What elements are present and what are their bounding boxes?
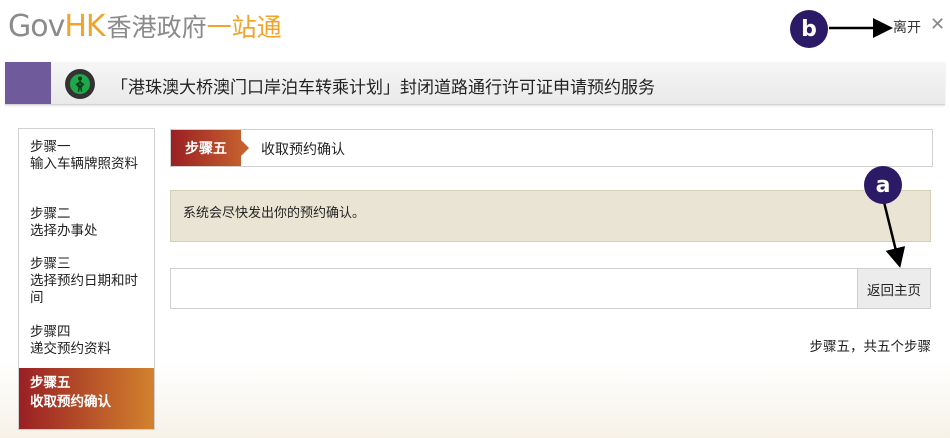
step-title: 步骤四 [30, 324, 71, 340]
step-desc: 输入车辆牌照资料 [30, 156, 138, 172]
logo-gov-text: Gov [8, 9, 65, 44]
steps-sidebar: 步骤一 输入车辆牌照资料 步骤二 选择办事处 步骤三 选择预约日期和时间 步骤四… [18, 128, 155, 430]
step-badge-arrow [241, 140, 249, 156]
confirmation-notice: 系统会尽快发出你的预约确认。 [170, 190, 931, 242]
step-title: 步骤五 [30, 375, 71, 391]
step-header: 步骤五 收取预约确认 [170, 129, 933, 167]
notice-text: 系统会尽快发出你的预约确认。 [183, 206, 366, 221]
logo-zh-grey-text: 香港政府 [106, 13, 207, 42]
step-desc: 递交预约资料 [30, 341, 111, 357]
close-icon[interactable]: ✕ [930, 14, 945, 35]
leave-link[interactable]: 离开 [893, 17, 921, 37]
step-desc: 选择办事处 [30, 223, 98, 239]
annotation-marker-a: a [864, 166, 902, 204]
step-item-1: 步骤一 输入车辆牌照资料 [19, 139, 154, 173]
logo-hk-text: HK [64, 9, 105, 44]
service-title: 「港珠澳大桥澳门口岸泊车转乘计划」封闭道路通行许可证申请预约服务 [111, 78, 655, 98]
step-title: 步骤二 [30, 206, 71, 222]
title-accent-block [5, 62, 51, 104]
logo-zh-orange-text: 一站通 [206, 13, 282, 42]
step-item-4: 步骤四 递交预约资料 [19, 324, 154, 358]
service-title-bar: 「港珠澳大桥澳门口岸泊车转乘计划」封闭道路通行许可证申请预约服务 [5, 62, 945, 105]
step-desc: 选择预约日期和时间 [30, 273, 138, 306]
govhk-logo[interactable]: Gov HK 香港政府 一站通 [8, 8, 282, 44]
step-item-5-active: 步骤五 收取预约确认 [19, 368, 154, 429]
step-count-text: 步骤五，共五个步骤 [809, 339, 932, 355]
step-title: 步骤三 [30, 256, 71, 272]
step-item-2: 步骤二 选择办事处 [19, 206, 154, 240]
step-item-3: 步骤三 选择预约日期和时间 [19, 256, 154, 307]
step-desc: 收取预约确认 [30, 394, 111, 410]
action-bar: 返回主页 [170, 268, 931, 309]
step-heading: 收取预约确认 [261, 142, 345, 158]
step-title: 步骤一 [30, 139, 71, 155]
pedestrian-traffic-light-icon [65, 69, 95, 99]
return-home-button[interactable]: 返回主页 [857, 269, 930, 308]
annotation-marker-b: b [790, 10, 828, 48]
step-badge: 步骤五 [171, 130, 241, 166]
